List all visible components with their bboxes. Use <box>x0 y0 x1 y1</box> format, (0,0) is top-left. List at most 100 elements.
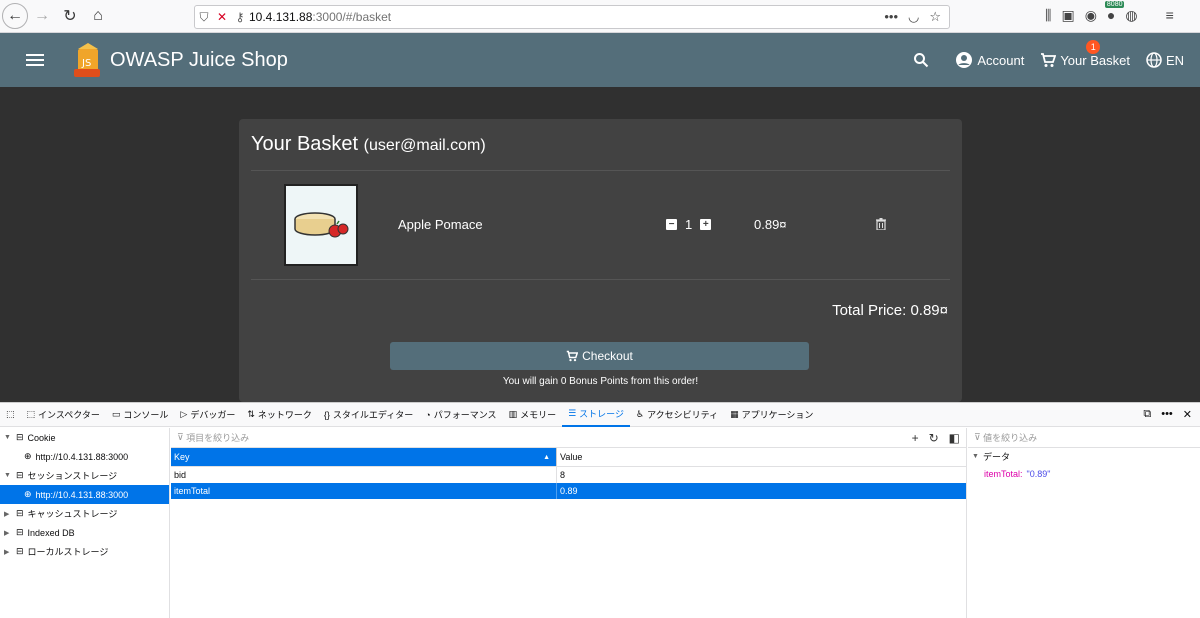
storage-tree: ▼ ⊟ Cookie ⊕ http://10.4.131.88:3000 ▼ ⊟ セッショ… <box>0 428 170 618</box>
sidenav-menu-icon[interactable] <box>26 54 44 66</box>
bonus-points-text: You will gain 0 Bonus Points from this o… <box>502 376 699 387</box>
tab-inspector[interactable]: ⬚ インスペクター <box>21 403 106 427</box>
account-button[interactable]: Account <box>947 51 1032 69</box>
tab-console[interactable]: ▭ コンソール <box>106 403 175 427</box>
delete-item-button[interactable] <box>876 218 886 233</box>
reload-icon: ↻ <box>63 8 77 25</box>
reload-button[interactable]: ↻ <box>56 2 84 30</box>
more-options-icon[interactable]: ••• <box>1161 408 1173 421</box>
tree-item-label: キャッシュストレージ <box>27 509 118 519</box>
close-icon[interactable]: ✕ <box>1183 408 1192 421</box>
shield-icon[interactable]: ⛉ <box>195 10 213 25</box>
collapsed-arrow-icon: ▶ <box>4 529 10 537</box>
arrow-right-icon: → <box>34 7 50 24</box>
search-button[interactable] <box>905 52 937 68</box>
decrease-quantity-button[interactable]: − <box>666 219 677 230</box>
data-section-header[interactable]: ▼ データ <box>968 448 1200 465</box>
tree-item-session-host[interactable]: ⊕ http://10.4.131.88:3000 <box>0 485 169 504</box>
key-icon[interactable]: ⚷ <box>231 10 249 24</box>
total-price: Total Price: 0.89¤ <box>832 302 948 319</box>
tree-item-cookie-host[interactable]: ⊕ http://10.4.131.88:3000 <box>0 447 169 466</box>
tab-network[interactable]: ⇅ ネットワーク <box>241 403 318 427</box>
url-host: 10.4.131.88 <box>249 10 313 24</box>
data-sidebar: ⊽ 値を絞り込み ▼ データ itemTotal: "0.89" <box>968 428 1200 618</box>
basket-heading: Your Basket <box>251 133 359 155</box>
dock-icon[interactable]: ⧉ <box>1143 408 1151 421</box>
home-button[interactable]: ⌂ <box>84 2 112 30</box>
expanded-arrow-icon: ▼ <box>4 434 11 441</box>
sidebar-icon[interactable]: ▣ <box>1061 7 1074 24</box>
juice-shop-logo[interactable]: JS <box>72 41 102 79</box>
devtools-panel: ⬚ ⬚ インスペクター ▭ コンソール ▷ デバッガー ⇅ ネットワーク {} スタイルエ… <box>0 402 1200 618</box>
tree-item-label: ローカルストレージ <box>27 547 109 557</box>
basket-title: Your Basket (user@mail.com) <box>251 133 486 156</box>
table-row[interactable]: itemTotal 0.89 <box>171 483 966 499</box>
page-actions-icon[interactable]: ••• <box>884 9 898 25</box>
tree-item-session-storage[interactable]: ▼ ⊟ セッションストレージ <box>0 466 169 485</box>
data-property-row[interactable]: itemTotal: "0.89" <box>968 465 1200 482</box>
bookmark-star-icon[interactable]: ☆ <box>929 9 941 25</box>
account-label: Account <box>977 52 1025 68</box>
menu-icon[interactable]: ≡ <box>1166 7 1174 24</box>
tab-application[interactable]: ▦ アプリケーション <box>724 403 819 427</box>
extension-icon[interactable]: ◍ <box>1125 7 1137 24</box>
url-bar[interactable]: ⛉ ✕ ⚷ 10.4.131.88:3000/#/basket ••• ◡ ☆ <box>194 5 950 29</box>
tree-item-indexed-db[interactable]: ▶ ⊟ Indexed DB <box>0 523 169 542</box>
storage-table-pane: ⊽ 項目を絞り込み + ↻ ◧ Key ▲ Value bid 8 itemTot… <box>171 428 967 618</box>
basket-button[interactable]: Your Basket 1 <box>1032 40 1138 68</box>
tree-item-label: セッションストレージ <box>27 471 118 481</box>
devtools-tabbar: ⬚ ⬚ インスペクター ▭ コンソール ▷ デバッガー ⇅ ネットワーク {} スタイルエ… <box>0 403 1200 427</box>
tab-memory[interactable]: ▥ メモリー <box>503 403 563 427</box>
performance-icon: ◔ <box>425 409 431 420</box>
library-icon[interactable]: ⫼ <box>1045 7 1051 24</box>
add-item-icon[interactable]: + <box>912 431 919 445</box>
tree-item-cookie[interactable]: ▼ ⊟ Cookie <box>0 428 169 447</box>
quantity-value: 1 <box>685 217 693 232</box>
tab-style-editor[interactable]: {} スタイルエディター <box>318 403 419 427</box>
back-button[interactable]: ← <box>2 3 28 29</box>
accessibility-icon: ♿ <box>636 409 645 419</box>
column-header-value[interactable]: Value <box>557 448 966 466</box>
proxy-extension-icon[interactable]: ● 8080 <box>1104 1 1125 24</box>
pocket-icon[interactable]: ◡ <box>908 9 919 25</box>
app-title[interactable]: OWASP Juice Shop <box>110 49 288 72</box>
tab-performance[interactable]: ◔ パフォーマンス <box>419 403 502 427</box>
debugger-icon: ▷ <box>180 409 188 419</box>
tab-accessibility[interactable]: ♿ アクセシビリティ <box>630 403 724 427</box>
filter-icon: ⊽ <box>177 432 184 442</box>
product-image <box>284 184 358 266</box>
tab-label: ストレージ <box>579 409 624 419</box>
filter-items-input[interactable]: ⊽ 項目を絞り込み + ↻ ◧ <box>171 428 966 448</box>
checkout-button[interactable]: Checkout <box>390 342 809 370</box>
storage-icon: ☰ <box>568 408 577 418</box>
expanded-arrow-icon: ▼ <box>972 453 979 460</box>
filter-values-input[interactable]: ⊽ 値を絞り込み <box>968 428 1200 448</box>
element-picker-button[interactable]: ⬚ <box>0 403 21 427</box>
expanded-arrow-icon: ▼ <box>4 472 11 479</box>
collapsed-arrow-icon: ▶ <box>4 510 10 518</box>
console-icon: ▭ <box>111 409 121 419</box>
tree-item-local-storage[interactable]: ▶ ⊟ ローカルストレージ <box>0 542 169 561</box>
table-header: Key ▲ Value <box>171 448 966 467</box>
tab-debugger[interactable]: ▷ デバッガー <box>174 403 241 427</box>
account-circle-icon[interactable]: ◉ <box>1085 7 1097 24</box>
increase-quantity-button[interactable]: + <box>700 219 712 230</box>
product-name: Apple Pomace <box>398 217 483 232</box>
column-header-key[interactable]: Key ▲ <box>171 448 557 466</box>
shopping-cart-icon <box>1041 53 1057 67</box>
forward-button[interactable]: → <box>28 2 56 30</box>
arrow-left-icon: ← <box>7 7 23 24</box>
tree-item-cache-storage[interactable]: ▶ ⊟ キャッシュストレージ <box>0 504 169 523</box>
table-row[interactable]: bid 8 <box>171 467 966 483</box>
toggle-sidebar-icon[interactable]: ◧ <box>949 431 960 445</box>
browser-toolbar: ← → ↻ ⌂ ⛉ ✕ ⚷ 10.4.131.88:3000/#/basket … <box>0 0 1200 33</box>
row-value: 0.89 <box>560 486 578 496</box>
language-button[interactable]: EN <box>1138 52 1192 68</box>
database-icon: ⊟ <box>16 546 24 556</box>
row-key: bid <box>171 467 557 483</box>
tab-storage[interactable]: ☰ ストレージ <box>562 403 630 427</box>
insecure-lock-icon[interactable]: ✕ <box>213 10 231 24</box>
network-icon: ⇅ <box>247 409 255 419</box>
basket-label: Your Basket <box>1060 52 1130 68</box>
refresh-icon[interactable]: ↻ <box>929 431 939 445</box>
